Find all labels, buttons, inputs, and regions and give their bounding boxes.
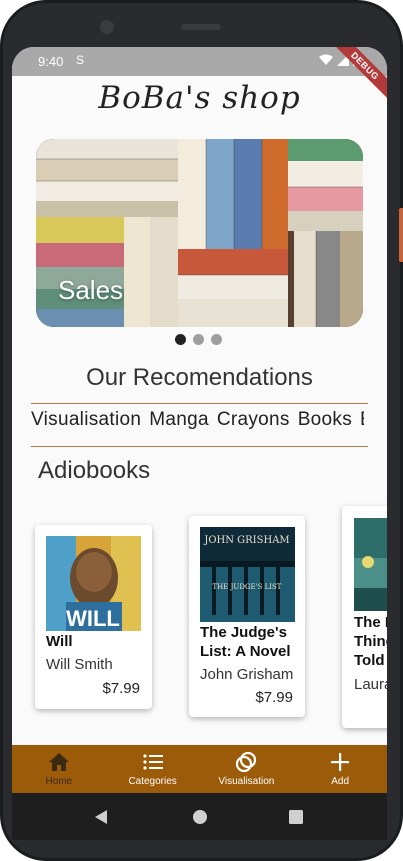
nav-add[interactable]: Add: [293, 745, 387, 793]
carousel-dot-3[interactable]: [211, 334, 222, 345]
cover-title: THE JUDGE'S LIST: [213, 583, 282, 591]
camera-icon: [100, 20, 114, 34]
book-price: $7.99: [102, 680, 140, 697]
carousel-indicator: [175, 334, 222, 345]
nav-home[interactable]: Home: [12, 745, 106, 793]
cover-author: JOHN GRISHAM: [203, 535, 289, 546]
category-chips[interactable]: Visualisation Manga Crayons Books E: [31, 409, 364, 439]
wifi-icon: [319, 54, 333, 65]
book-cover: [354, 518, 387, 611]
nav-visualisation[interactable]: Visualisation: [200, 745, 294, 793]
category-manga[interactable]: Manga: [149, 409, 209, 431]
power-button[interactable]: [399, 208, 403, 262]
speaker-grille: [181, 24, 221, 30]
home-icon: [48, 753, 69, 771]
app-screen: 9:40 S DEBUG BoBa's shop Sales Our Recom…: [12, 47, 387, 826]
phone-frame: 9:40 S DEBUG BoBa's shop Sales Our Recom…: [0, 0, 403, 861]
nav-label-home: Home: [45, 776, 73, 787]
will-cover-image: WILL: [46, 536, 141, 631]
book-card-will[interactable]: WILL Will Will Smith $7.99: [35, 525, 152, 709]
book-title-line-2: Thing: [354, 633, 387, 650]
carousel-dot-1[interactable]: [175, 334, 186, 345]
system-navigation-bar: [12, 793, 387, 840]
category-crayons[interactable]: Crayons: [217, 409, 290, 431]
book-title: The Judge's List: A Novel: [200, 624, 291, 660]
book-title: Will: [46, 633, 73, 650]
nav-label-add: Add: [331, 776, 350, 787]
list-icon: [143, 754, 163, 770]
bottom-divider: [31, 446, 368, 447]
category-visualisation[interactable]: Visualisation: [31, 409, 141, 431]
nav-label-categories: Categories: [128, 776, 177, 787]
book-price: $7.99: [255, 689, 293, 706]
book-author: John Grisham: [200, 666, 294, 683]
carousel-dot-2[interactable]: [193, 334, 204, 345]
back-icon[interactable]: [94, 809, 108, 825]
plus-icon: [331, 753, 350, 771]
nav-label-visualisation: Visualisation: [218, 776, 275, 787]
category-books[interactable]: Books: [298, 409, 352, 431]
book-author: Laura: [354, 676, 387, 693]
status-bar: 9:40 S DEBUG: [12, 47, 387, 104]
status-time: 9:40: [38, 54, 64, 69]
notification-icon: S: [76, 53, 85, 67]
recents-icon[interactable]: [289, 810, 303, 824]
book-card-partial[interactable]: The L Thing Told Laura: [342, 506, 387, 728]
recommendations-title: Our Recomendations: [86, 364, 313, 391]
sales-carousel[interactable]: Sales: [36, 139, 363, 327]
audiobooks-title: Adiobooks: [38, 457, 151, 484]
book-cover: WILL: [46, 536, 141, 631]
nav-categories[interactable]: Categories: [106, 745, 200, 793]
book-card-judges-list[interactable]: JOHN GRISHAM THE JUDGE'S LIST The Judge'…: [189, 516, 305, 717]
book-title-line-3: Told: [354, 652, 385, 669]
rings-icon: [236, 751, 257, 773]
book-title-line-1: The L: [354, 614, 387, 631]
home-circle-icon[interactable]: [192, 809, 208, 825]
third-cover-image: [354, 518, 387, 611]
judges-list-cover-image: JOHN GRISHAM THE JUDGE'S LIST: [200, 527, 295, 622]
book-author: Will Smith: [46, 656, 113, 673]
banner-label: Sales: [58, 275, 124, 305]
top-divider: [31, 403, 368, 404]
bottom-navigation: Home Categories Visualisation Add: [12, 745, 387, 793]
cover-text: WILL: [66, 606, 120, 631]
book-cover: JOHN GRISHAM THE JUDGE'S LIST: [200, 527, 295, 622]
app-title: BoBa's shop: [98, 80, 301, 116]
category-e[interactable]: E: [360, 409, 364, 431]
